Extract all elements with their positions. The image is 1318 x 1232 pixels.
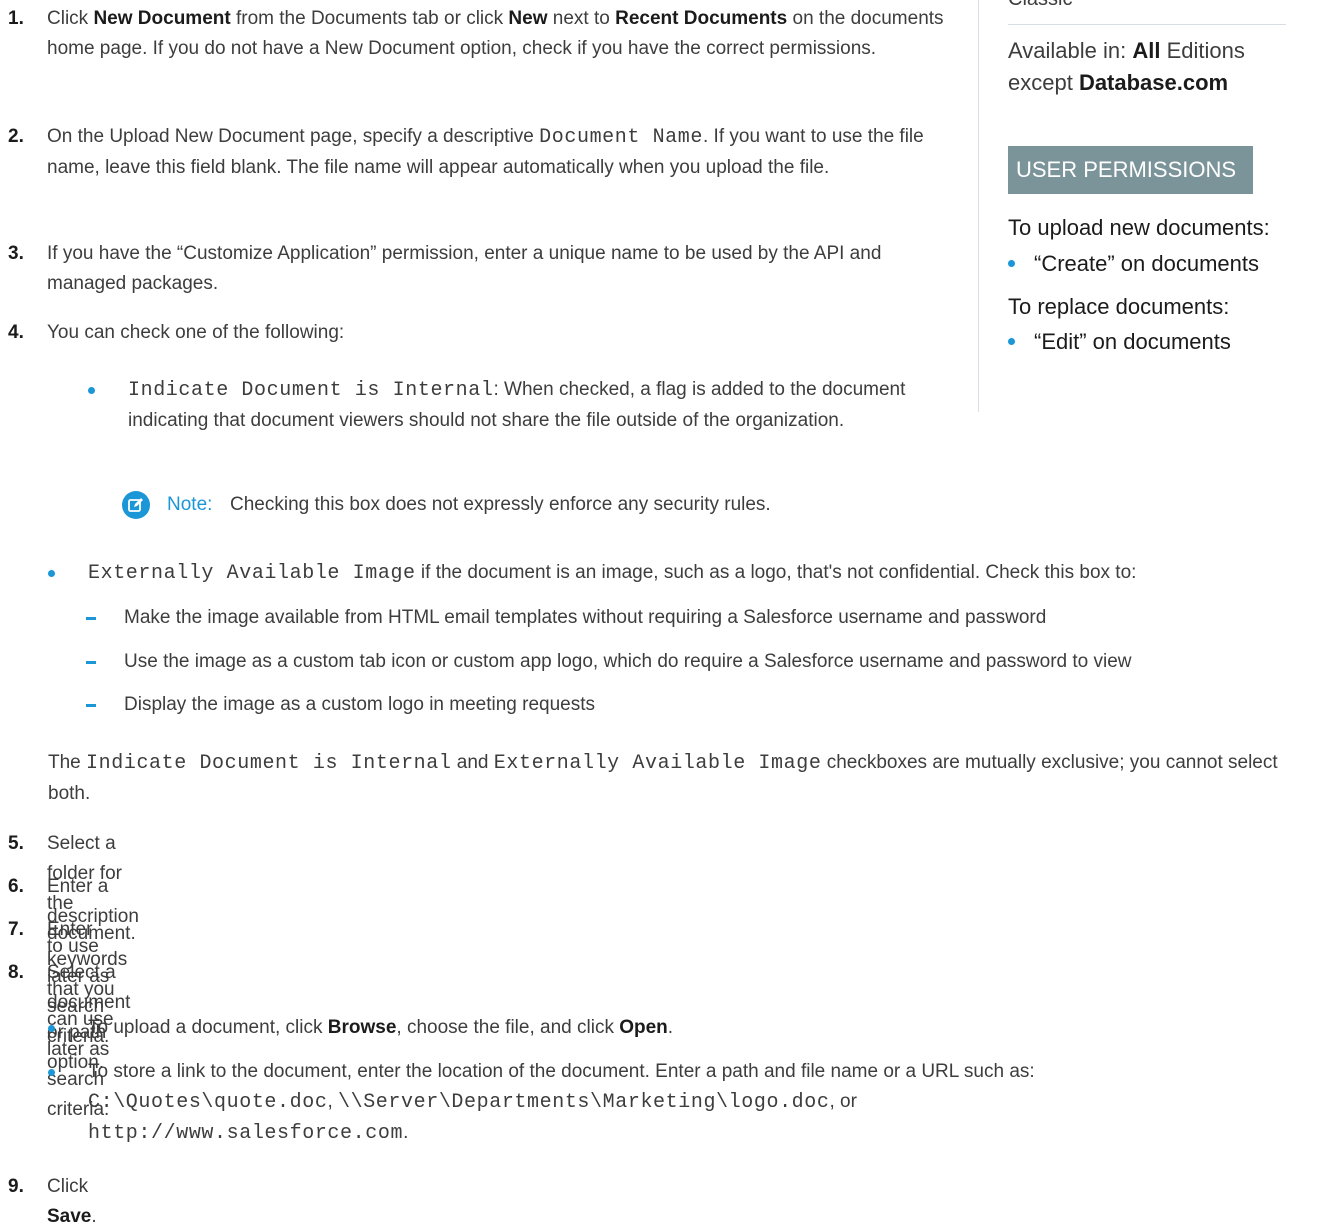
step-text: Click Save. [47, 1176, 97, 1227]
bullet-icon [48, 570, 55, 577]
step-number: 4. [8, 322, 24, 343]
upload-permission-label: To upload new documents: [1008, 215, 1270, 240]
bullet-icon [48, 1069, 55, 1076]
step-number: 2. [8, 126, 24, 147]
step-number: 9. [8, 1176, 24, 1197]
save-label: Save [47, 1206, 92, 1227]
classic-label: Classic [1008, 0, 1072, 12]
availability-text: Available in: All Editions except Databa… [1008, 38, 1245, 95]
note-label: Note: [167, 494, 213, 515]
bullet-icon [88, 387, 95, 394]
step-text: Click New Document from the Documents ta… [47, 8, 944, 59]
field-name-code: Document Name [539, 126, 703, 149]
step-number: 6. [8, 876, 24, 897]
dash-icon [86, 617, 96, 620]
bullet-icon [1008, 260, 1015, 267]
checkbox-name-code: Externally Available Image [88, 562, 416, 585]
step-text: You can check one of the following: [47, 322, 345, 343]
step-number: 3. [8, 243, 24, 264]
step-number: 1. [8, 8, 24, 29]
step-text: If you have the “Customize Application” … [47, 243, 882, 294]
dash-icon [86, 661, 96, 664]
dash-icon [86, 704, 96, 707]
step-text: On the Upload New Document page, specify… [47, 126, 924, 178]
sidebar-panel: Classic Available in: All Editions excep… [978, 0, 1318, 412]
open-label: Open [619, 1017, 668, 1038]
divider [1008, 24, 1286, 25]
bullet-icon [1008, 338, 1015, 345]
mutually-exclusive-note: The Indicate Document is Internal and Ex… [48, 752, 1278, 804]
step-number: 7. [8, 919, 24, 940]
edit-note-icon [122, 491, 150, 519]
step-number: 5. [8, 833, 24, 854]
browse-label: Browse [327, 1017, 397, 1038]
step-number: 8. [8, 962, 24, 983]
replace-permission-label: To replace documents: [1008, 294, 1230, 319]
user-permissions-header: USER PERMISSIONS [1008, 146, 1253, 194]
checkbox-name-code: Indicate Document is Internal [128, 379, 494, 402]
bullet-icon [48, 1025, 55, 1032]
note-text: Checking this box does not expressly enf… [230, 494, 771, 515]
